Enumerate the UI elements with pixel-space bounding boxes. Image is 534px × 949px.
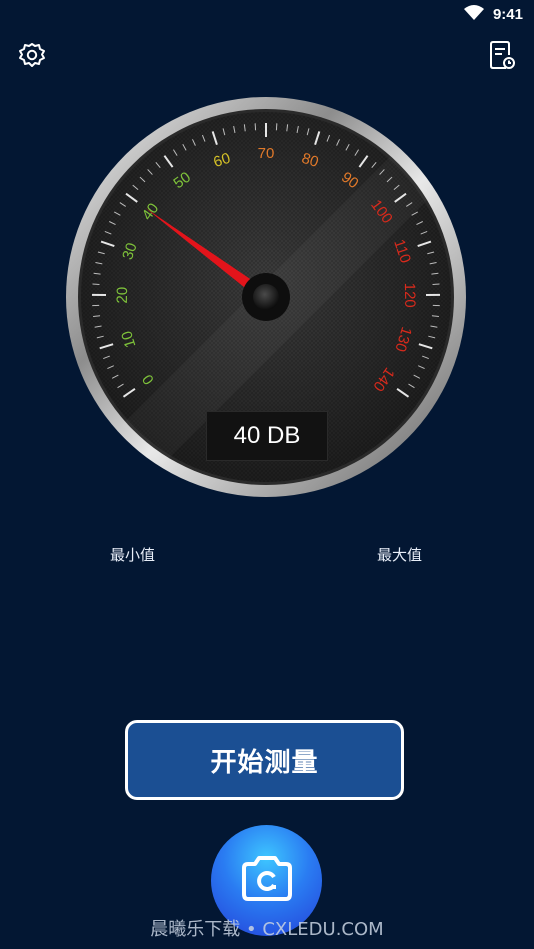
settings-button[interactable]: [14, 40, 50, 76]
max-value-label: 最大值: [377, 546, 423, 564]
camera-icon: [238, 854, 296, 908]
start-measure-button[interactable]: 开始测量: [125, 720, 404, 800]
minor-tick: [432, 283, 440, 286]
history-log-icon: [488, 40, 516, 76]
history-button[interactable]: [484, 40, 520, 76]
tick-label: 120: [401, 283, 418, 308]
status-bar: 9:41: [0, 0, 534, 30]
watermark: 晨曦乐下载 • CXLEDU.COM: [150, 919, 384, 940]
gear-icon: [17, 41, 47, 75]
needle-hub: [253, 284, 279, 310]
tick-label: 20: [114, 287, 131, 304]
status-time: 9:41: [492, 6, 523, 23]
decibel-value: 40 DB: [233, 422, 301, 449]
wifi-icon: [464, 5, 484, 25]
decibel-readout: 40 DB: [206, 411, 328, 461]
min-value-label: 最小值: [110, 546, 156, 564]
tick-label: 70: [258, 145, 275, 162]
minor-tick: [92, 283, 100, 286]
